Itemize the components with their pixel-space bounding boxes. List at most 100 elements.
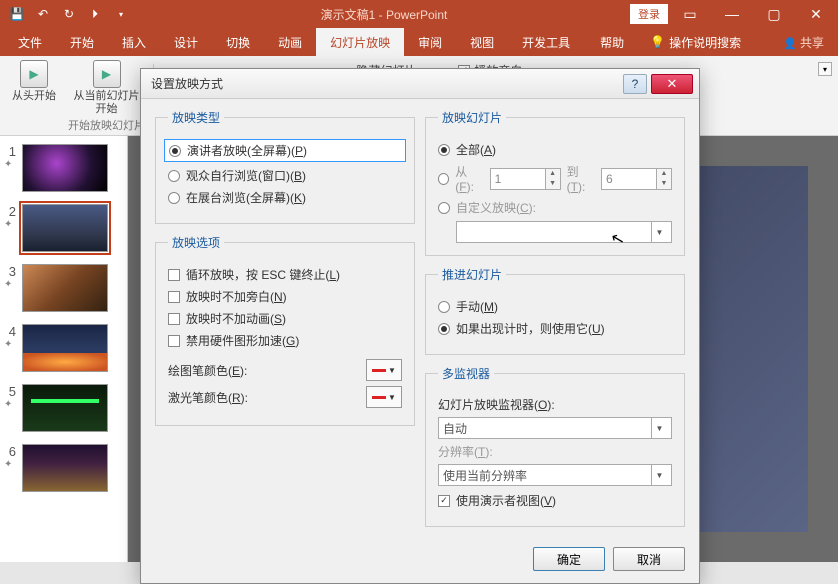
monitor-combo[interactable]: 自动 ▼ [438,417,672,439]
tab-transitions[interactable]: 切换 [212,28,264,56]
play-icon: ▶ [29,67,38,81]
spin-up[interactable]: ▲ [657,169,671,179]
start-group-label: 开始放映幻灯片 [68,117,145,133]
thumb-6[interactable]: 6✦ [4,444,123,492]
ribbon-tabs: 文件 开始 插入 设计 切换 动画 幻灯片放映 审阅 视图 开发工具 帮助 💡 … [0,28,838,56]
ribbon-options-icon[interactable]: ▭ [670,0,710,28]
to-input[interactable] [601,168,657,190]
radio-icon [168,192,180,204]
thumb-num: 1 [4,144,16,159]
from-input[interactable] [490,168,546,190]
tab-help[interactable]: 帮助 [586,28,638,56]
resolution-combo: 使用当前分辨率▼ [438,464,672,486]
chevron-down-icon: ▼ [651,418,667,438]
from-beginning-button[interactable]: ▶ 从头开始 [6,60,62,133]
tab-animations[interactable]: 动画 [264,28,316,56]
radio-custom: 自定义放映(C): [438,199,672,216]
star-icon: ✦ [4,399,16,410]
quick-access-toolbar: 💾 ↶ ↻ ⏵ ▾ [0,3,138,25]
pen-color-button[interactable]: ▼ [366,359,402,381]
thumb-image [22,384,108,432]
thumb-4[interactable]: 4✦ [4,324,123,372]
tell-me-search[interactable]: 操作说明搜索 [669,28,741,56]
show-options-legend: 放映选项 [168,234,224,251]
title-bar: 💾 ↶ ↻ ⏵ ▾ 演示文稿1 - PowerPoint 登录 ▭ — ▢ ✕ [0,0,838,28]
spin-up[interactable]: ▲ [546,169,560,179]
show-type-legend: 放映类型 [168,109,224,126]
from-current-label: 从当前幻灯片 开始 [74,90,140,116]
minimize-button[interactable]: — [712,0,752,28]
tab-insert[interactable]: 插入 [108,28,160,56]
check-disable-hw[interactable]: 禁用硬件图形加速(G) [168,332,402,349]
radio-browsed[interactable]: 观众自行浏览(窗口)(B) [168,167,402,184]
radio-icon [438,323,450,335]
check-no-narration[interactable]: 放映时不加旁白(N) [168,288,402,305]
start-icon[interactable]: ⏵ [84,3,106,25]
share-button[interactable]: 👤 共享 [783,34,834,51]
show-type-group: 放映类型 演讲者放映(全屏幕)(P) 观众自行浏览(窗口)(B) 在展台浏览(全… [155,109,415,224]
tab-design[interactable]: 设计 [160,28,212,56]
radio-icon [438,144,450,156]
cancel-button[interactable]: 取消 [613,547,685,571]
advance-legend: 推进幻灯片 [438,266,506,283]
redo-icon[interactable]: ↻ [58,3,80,25]
login-button[interactable]: 登录 [630,4,668,24]
tab-developer[interactable]: 开发工具 [508,28,584,56]
thumb-image [22,444,108,492]
ok-button[interactable]: 确定 [533,547,605,571]
dialog-titlebar[interactable]: 设置放映方式 ? ✕ [141,69,699,99]
lightbulb-icon: 💡 [650,35,665,49]
radio-from[interactable] [438,173,449,185]
undo-icon[interactable]: ↶ [32,3,54,25]
tab-slideshow[interactable]: 幻灯片放映 [316,28,404,56]
spin-down[interactable]: ▼ [657,179,671,189]
radio-icon [438,301,450,313]
radio-timings[interactable]: 如果出现计时，则使用它(U) [438,320,672,337]
laser-color-label: 激光笔颜色(R): [168,389,248,406]
checkbox-icon: ✓ [438,495,450,507]
tab-review[interactable]: 审阅 [404,28,456,56]
thumb-1[interactable]: 1✦ [4,144,123,192]
check-label: 禁用硬件图形加速(G) [186,332,299,349]
window-title: 演示文稿1 - PowerPoint [138,6,630,23]
radio-label: 手动(M) [456,298,498,315]
check-presenter-view[interactable]: ✓ 使用演示者视图(V) [438,492,672,509]
ribbon-collapse-icon[interactable]: ▾ [818,62,832,76]
close-button[interactable]: ✕ [796,0,836,28]
dialog-help-button[interactable]: ? [623,74,647,94]
from-current-button[interactable]: ▶ 从当前幻灯片 开始 开始放映幻灯片 [62,60,151,133]
tab-view[interactable]: 视图 [456,28,508,56]
checkbox-icon [168,335,180,347]
save-icon[interactable]: 💾 [6,3,28,25]
radio-presenter[interactable]: 演讲者放映(全屏幕)(P) [164,139,406,162]
from-beginning-label: 从头开始 [12,90,56,103]
check-no-animation[interactable]: 放映时不加动画(S) [168,310,402,327]
radio-label: 演讲者放映(全屏幕)(P) [187,142,307,159]
radio-all[interactable]: 全部(A) [438,141,672,158]
tab-file[interactable]: 文件 [4,28,56,56]
checkbox-icon [168,291,180,303]
check-loop[interactable]: 循环放映，按 ESC 键终止(L) [168,266,402,283]
thumb-image [22,264,108,312]
thumb-5[interactable]: 5✦ [4,384,123,432]
setup-show-dialog: 设置放映方式 ? ✕ 放映类型 演讲者放映(全屏幕)(P) 观众自行浏览(窗口)… [140,68,700,584]
qat-dropdown-icon[interactable]: ▾ [110,3,132,25]
laser-color-button[interactable]: ▼ [366,386,402,408]
chevron-down-icon: ▼ [651,222,667,242]
checkbox-icon [168,313,180,325]
chevron-down-icon: ▼ [651,465,667,485]
resolution-label: 分辨率(T): [438,443,672,460]
radio-kiosk[interactable]: 在展台浏览(全屏幕)(K) [168,189,402,206]
chevron-down-icon: ▼ [388,393,396,402]
monitor-value: 自动 [443,420,467,437]
spin-down[interactable]: ▼ [546,179,560,189]
radio-manual[interactable]: 手动(M) [438,298,672,315]
dialog-close-button[interactable]: ✕ [651,74,693,94]
thumb-2[interactable]: 2✦ [4,204,123,252]
maximize-button[interactable]: ▢ [754,0,794,28]
thumb-3[interactable]: 3✦ [4,264,123,312]
check-label: 使用演示者视图(V) [456,492,556,509]
multi-monitor-legend: 多监视器 [438,365,494,382]
star-icon: ✦ [4,459,16,470]
tab-home[interactable]: 开始 [56,28,108,56]
